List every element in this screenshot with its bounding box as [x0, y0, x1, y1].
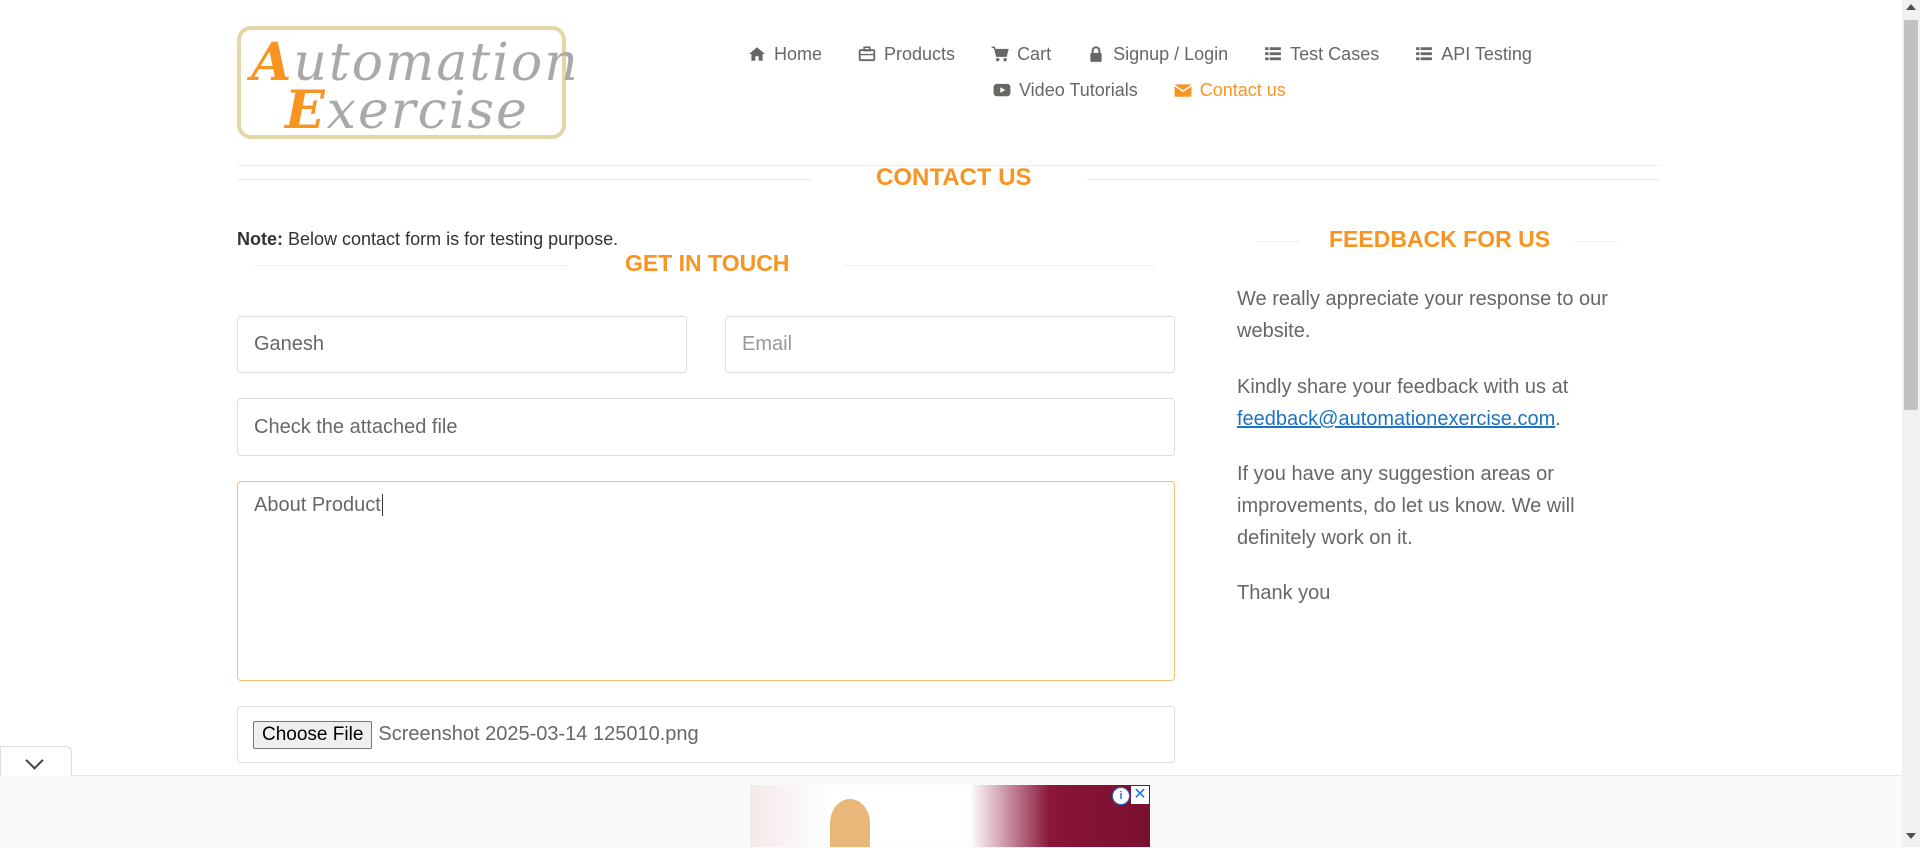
nav-item-signup-login[interactable]: Signup / Login	[1087, 44, 1228, 65]
choose-file-button[interactable]: Choose File	[253, 720, 373, 749]
youtube-icon	[993, 83, 1011, 97]
scroll-down-icon[interactable]	[1906, 833, 1916, 839]
name-input[interactable]: Ganesh	[237, 316, 687, 373]
nav-row-2: Video Tutorials Contact us	[748, 72, 1548, 108]
ad-info-icon[interactable]: i	[1112, 787, 1130, 805]
nav-item-home[interactable]: Home	[748, 44, 822, 65]
scrollbar-thumb[interactable]	[1904, 20, 1918, 410]
page-title: CONTACT US	[876, 164, 1032, 191]
divider	[237, 179, 812, 180]
nav-item-cart[interactable]: Cart	[991, 44, 1051, 65]
feedback-paragraph-3: If you have any suggestion areas or impr…	[1237, 463, 1575, 549]
divider	[843, 265, 1155, 266]
page: Automation Exercise Home Products Cart S…	[0, 0, 1920, 848]
ad-close-icon[interactable]: ✕	[1131, 786, 1149, 804]
feedback-email-link[interactable]: feedback@automationexercise.com	[1237, 408, 1555, 430]
home-icon	[749, 47, 765, 61]
message-text: About Product	[254, 494, 381, 516]
divider	[1087, 179, 1661, 180]
feedback-paragraph-1: We really appreciate your response to ou…	[1237, 288, 1608, 342]
text-caret	[381, 494, 383, 516]
selected-file-name: Screenshot 2025-03-14 125010.png	[378, 723, 699, 745]
nav-item-contact-us[interactable]: Contact us	[1173, 80, 1286, 101]
logo-line-2: Exercise	[285, 80, 529, 141]
envelope-icon	[1173, 84, 1192, 97]
ad-collapse-toggle[interactable]	[0, 746, 72, 776]
note-text: Note: Below contact form is for testing …	[237, 229, 619, 249]
get-in-touch-title: GET IN TOUCH	[625, 250, 790, 276]
divider	[1256, 241, 1300, 242]
list-icon	[1416, 47, 1433, 61]
file-upload: Choose File Screenshot 2025-03-14 125010…	[237, 706, 1175, 763]
feedback-paragraph-4: Thank you	[1237, 582, 1331, 604]
nav-item-api-testing[interactable]: API Testing	[1415, 44, 1532, 65]
advertisement-banner[interactable]	[750, 785, 1150, 847]
briefcase-icon	[858, 46, 876, 62]
nav-row-1: Home Products Cart Signup / Login Test C…	[748, 36, 1548, 72]
divider	[254, 265, 566, 266]
nav-item-video-tutorials[interactable]: Video Tutorials	[993, 80, 1138, 101]
feedback-title: FEEDBACK FOR US	[1329, 226, 1551, 252]
nav-item-products[interactable]: Products	[858, 44, 955, 65]
subject-input[interactable]: Check the attached file	[237, 398, 1175, 456]
message-textarea[interactable]: About Product	[237, 481, 1175, 681]
cart-icon	[991, 46, 1009, 62]
list-icon	[1265, 47, 1282, 61]
lock-icon	[1090, 46, 1102, 62]
ad-image	[830, 799, 870, 847]
chevron-down-icon	[25, 751, 44, 770]
feedback-paragraph-2: Kindly share your feedback with us at fe…	[1237, 376, 1569, 430]
scroll-up-icon[interactable]	[1906, 4, 1916, 10]
main-nav: Home Products Cart Signup / Login Test C…	[748, 36, 1548, 108]
site-logo[interactable]: Automation Exercise	[237, 26, 578, 141]
scrollbar[interactable]	[1902, 0, 1920, 847]
divider	[1574, 241, 1618, 242]
nav-item-test-cases[interactable]: Test Cases	[1264, 44, 1379, 65]
email-input[interactable]: Email	[725, 316, 1175, 373]
